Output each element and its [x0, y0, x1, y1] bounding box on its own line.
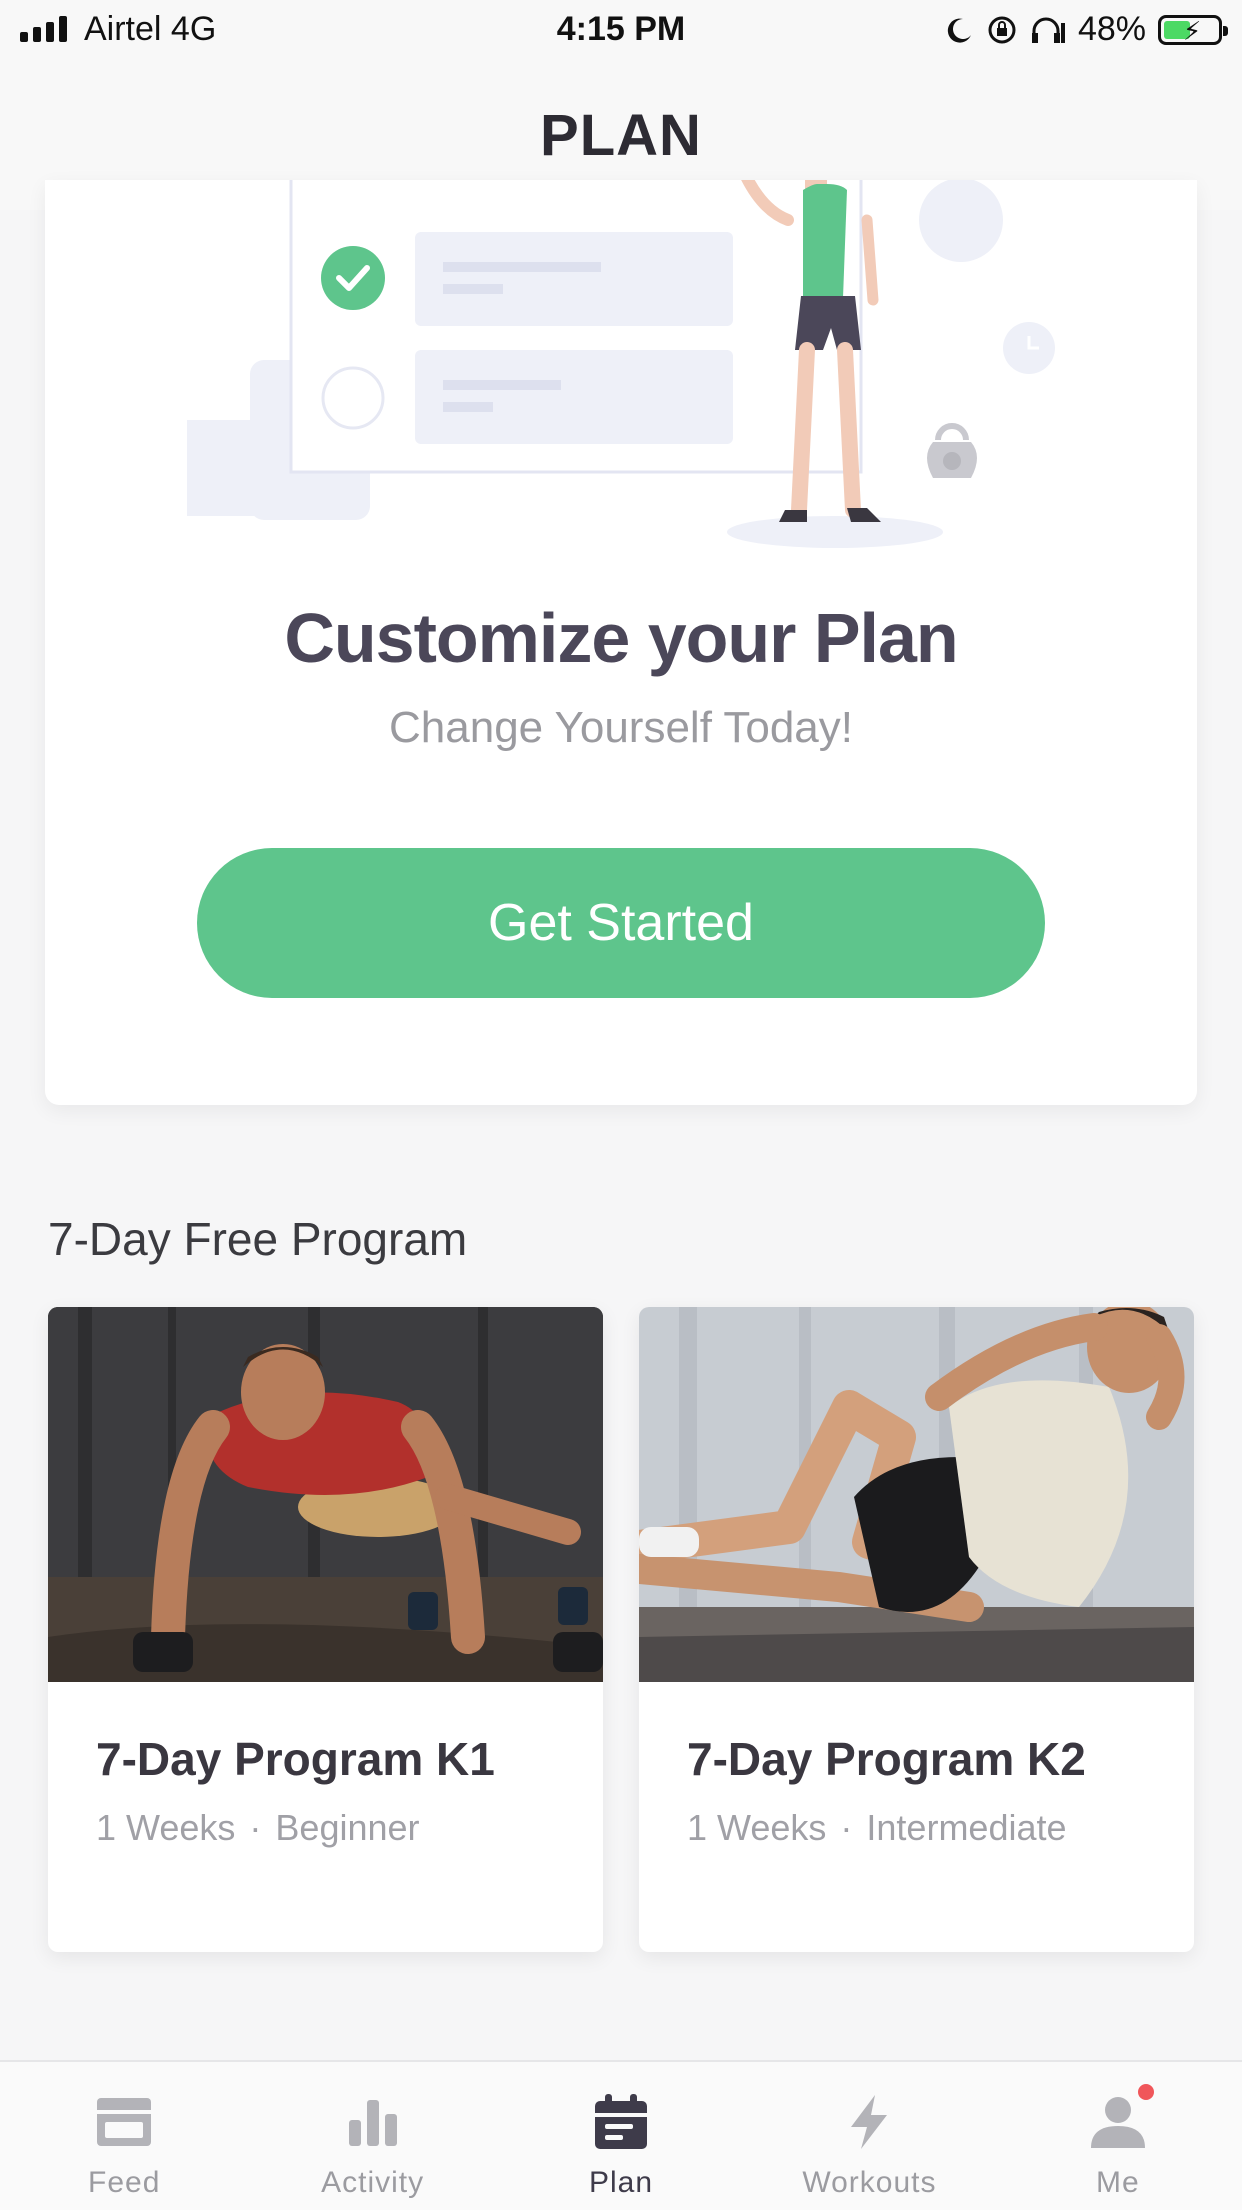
- meta-separator: ·: [840, 1807, 853, 1848]
- hero-subtitle: Change Yourself Today!: [389, 703, 853, 752]
- program-level: Beginner: [275, 1807, 420, 1848]
- activity-icon: [348, 2100, 397, 2146]
- customize-plan-card: Customize your Plan Change Yourself Toda…: [45, 180, 1197, 1105]
- section-title: 7-Day Free Program: [48, 1213, 468, 1265]
- tab-me[interactable]: Me: [994, 2062, 1242, 2210]
- tab-label: Feed: [88, 2166, 161, 2199]
- tab-workouts[interactable]: Workouts: [745, 2062, 993, 2210]
- tab-label: Workouts: [802, 2166, 937, 2199]
- plan-icon: [595, 2094, 648, 2149]
- battery-percent: 48%: [1077, 10, 1146, 48]
- tab-activity[interactable]: Activity: [248, 2062, 496, 2210]
- tab-bar: Feed Activity Plan Workouts Me: [0, 2060, 1242, 2210]
- me-icon: [1090, 2097, 1145, 2148]
- plan-illustration: [187, 180, 1055, 548]
- tab-feed[interactable]: Feed: [0, 2062, 248, 2210]
- notification-badge: [1137, 2084, 1154, 2100]
- workouts-icon: [851, 2095, 888, 2149]
- tab-plan[interactable]: Plan: [497, 2062, 745, 2210]
- program-photo-situp: [639, 1307, 1194, 1682]
- program-duration: 1 Weeks: [96, 1807, 236, 1848]
- moon-icon: [947, 18, 971, 43]
- program-level: Intermediate: [866, 1807, 1067, 1848]
- status-bar: Airtel 4G 4:15 PM 48% ⚡: [0, 0, 1242, 62]
- status-right: 48% ⚡: [944, 10, 1228, 49]
- program-card-k2[interactable]: 7-Day Program K2 1 Weeks · Intermediate: [639, 1307, 1194, 1952]
- tab-label: Plan: [588, 2166, 654, 2199]
- battery-icon: ⚡: [1158, 14, 1228, 46]
- tab-label: Activity: [321, 2166, 425, 2199]
- program-meta: 1 Weeks · Intermediate: [687, 1807, 1067, 1849]
- program-duration: 1 Weeks: [687, 1807, 827, 1848]
- page-title: PLAN: [540, 103, 702, 168]
- program-name: 7-Day Program K1: [96, 1733, 495, 1785]
- get-started-button[interactable]: Get Started: [197, 848, 1045, 998]
- orientation-lock-icon: [988, 16, 1016, 43]
- meta-separator: ·: [249, 1807, 262, 1848]
- program-meta: 1 Weeks · Beginner: [96, 1807, 420, 1849]
- program-card-k1[interactable]: 7-Day Program K1 1 Weeks · Beginner: [48, 1307, 603, 1952]
- program-name: 7-Day Program K2: [687, 1733, 1086, 1785]
- program-photo-pushup: [48, 1307, 603, 1682]
- headphones-icon: [1031, 17, 1065, 43]
- hero-title: Customize your Plan: [284, 599, 958, 677]
- feed-icon: [97, 2098, 152, 2146]
- tab-label: Me: [1095, 2166, 1140, 2199]
